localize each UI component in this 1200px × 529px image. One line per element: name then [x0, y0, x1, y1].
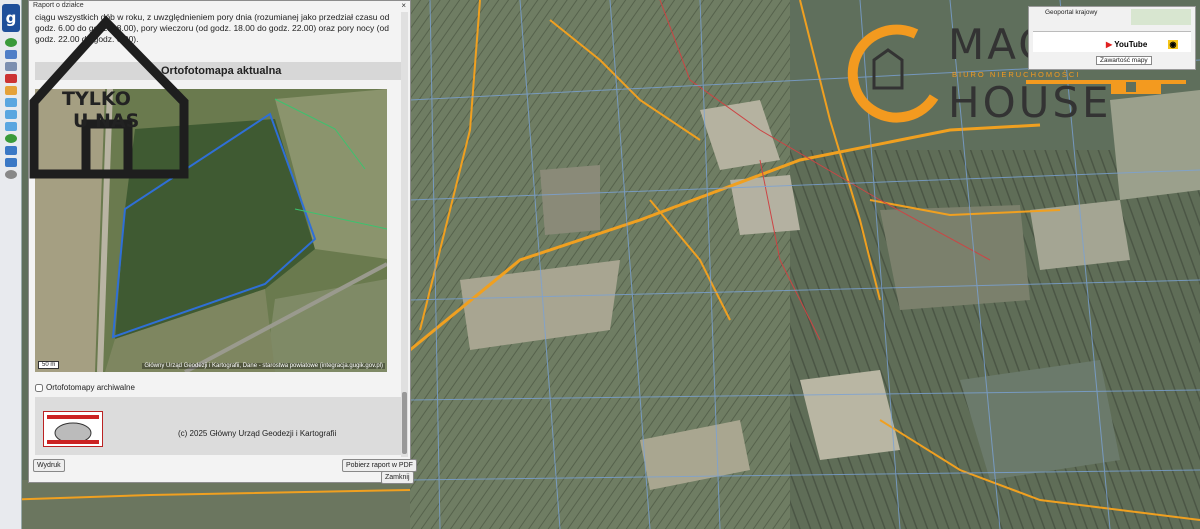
map-toolbar: g [0, 0, 22, 529]
info-icon[interactable] [5, 38, 17, 47]
eye-icon[interactable]: ◉ [1167, 40, 1179, 49]
archive-orthophoto-checkbox[interactable] [35, 383, 43, 392]
zoom-out-icon[interactable] [5, 122, 17, 131]
scale-bar: 50 m [38, 361, 60, 369]
youtube-label: YouTube [1114, 40, 1148, 49]
archive-orthophoto-label: Ortofotomapy archiwalne [46, 383, 135, 392]
watermark-line2: U NAS [73, 110, 140, 132]
brand-name-line2: HOUSE [948, 78, 1112, 127]
close-icon[interactable]: × [401, 1, 406, 10]
scrollbar-thumb[interactable] [402, 392, 407, 454]
geoportal-label[interactable]: Geoportal krajowy [1045, 9, 1097, 16]
print-button[interactable]: Wydruk [33, 459, 65, 472]
youtube-link[interactable]: ▶ YouTube ◉ [1106, 40, 1179, 49]
gugik-logo-icon [43, 411, 103, 447]
home-icon[interactable] [5, 134, 17, 143]
watermark-line1: TYLKO [62, 88, 131, 110]
settings-icon[interactable] [5, 170, 17, 179]
zoom-in-icon[interactable] [5, 110, 17, 119]
report-footer: (c) 2025 Główny Urząd Geodezji i Kartogr… [35, 397, 401, 455]
overview-minimap[interactable] [1131, 9, 1191, 25]
measure-icon[interactable] [5, 62, 17, 71]
draw-icon[interactable] [5, 86, 17, 95]
brand-tagline: BIURO NIERUCHOMOŚCI [952, 70, 1081, 79]
geoportal-logo-icon[interactable]: g [2, 4, 20, 32]
close-button[interactable]: Zamknij [381, 471, 414, 484]
copyright-text: (c) 2025 Główny Urząd Geodezji i Kartogr… [178, 429, 337, 438]
print-icon[interactable] [5, 74, 17, 83]
archive-orthophoto-option[interactable]: Ortofotomapy archiwalne [35, 383, 135, 392]
arrow-left-icon[interactable] [5, 146, 17, 155]
search-icon[interactable] [5, 98, 17, 107]
map-contents-button[interactable]: Zawartość mapy [1096, 56, 1152, 65]
report-scrollbar[interactable] [401, 12, 408, 457]
report-title: Raport o działce [33, 2, 84, 9]
layers-icon[interactable] [5, 50, 17, 59]
map-credit: Główny Urząd Geodezji i Kartografii, Dan… [142, 363, 385, 369]
youtube-icon: ▶ [1106, 40, 1113, 49]
arrow-right-icon[interactable] [5, 158, 17, 167]
